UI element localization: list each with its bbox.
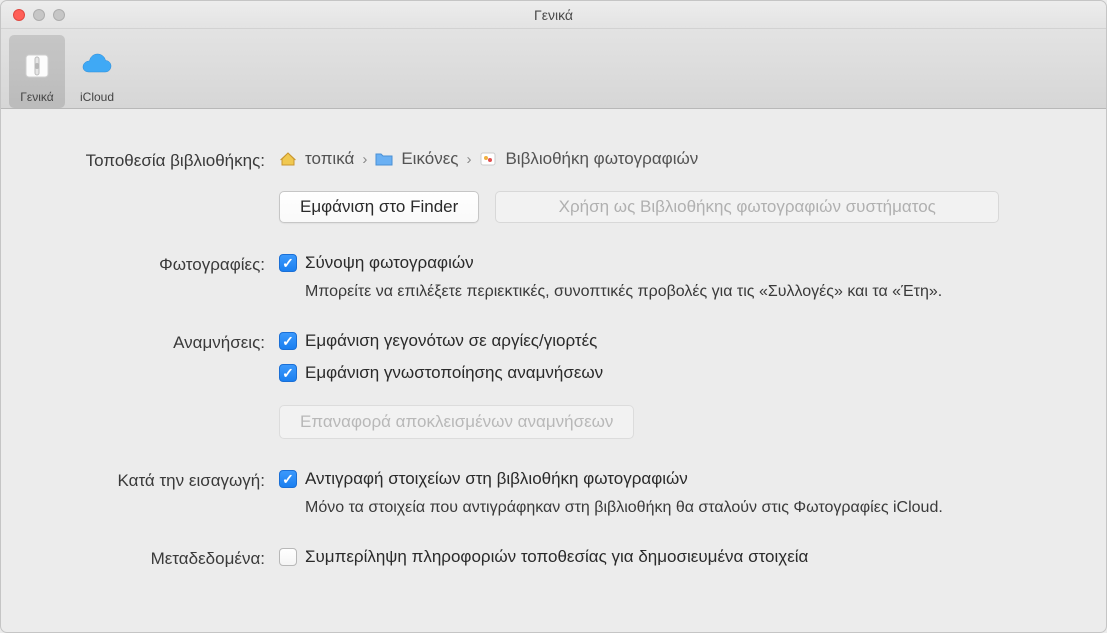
copy-to-library-checkbox[interactable] xyxy=(279,470,297,488)
general-icon xyxy=(17,46,57,86)
tab-general-label: Γενικά xyxy=(20,90,53,104)
memories-notification-label[interactable]: Εμφάνιση γνωστοποίησης αναμνήσεων xyxy=(305,363,603,383)
folder-icon xyxy=(375,152,393,166)
traffic-lights xyxy=(1,9,65,21)
tab-icloud-label: iCloud xyxy=(80,90,114,104)
copy-to-library-label[interactable]: Αντιγραφή στοιχείων στη βιβλιοθήκη φωτογ… xyxy=(305,469,688,489)
tab-icloud[interactable]: iCloud xyxy=(69,35,125,108)
breadcrumb: τοπικά › Εικόνες › Βιβλιοθήκη φωτογραφιώ… xyxy=(279,149,1066,169)
chevron-right-icon: › xyxy=(362,151,367,168)
toolbar: Γενικά iCloud xyxy=(1,29,1106,109)
photos-row: Φωτογραφίες: Σύνοψη φωτογραφιών Μπορείτε… xyxy=(41,253,1066,301)
window-title: Γενικά xyxy=(534,7,573,23)
memories-label: Αναμνήσεις: xyxy=(41,331,279,353)
breadcrumb-home[interactable]: τοπικά xyxy=(305,149,354,169)
holiday-events-label[interactable]: Εμφάνιση γεγονότων σε αργίες/γιορτές xyxy=(305,331,597,351)
preferences-window: Γενικά Γενικά iCloud Τοποθεσία βιβ xyxy=(0,0,1107,633)
holiday-events-checkbox[interactable] xyxy=(279,332,297,350)
library-location-label: Τοποθεσία βιβλιοθήκης: xyxy=(41,149,279,171)
chevron-right-icon: › xyxy=(466,151,471,168)
tab-general[interactable]: Γενικά xyxy=(9,35,65,108)
importing-row: Κατά την εισαγωγή: Αντιγραφή στοιχείων σ… xyxy=(41,469,1066,517)
breadcrumb-pictures[interactable]: Εικόνες xyxy=(401,149,458,169)
summarize-photos-checkbox[interactable] xyxy=(279,254,297,272)
memories-notification-checkbox[interactable] xyxy=(279,364,297,382)
minimize-button[interactable] xyxy=(33,9,45,21)
zoom-button[interactable] xyxy=(53,9,65,21)
copy-to-library-help: Μόνο τα στοιχεία που αντιγράφηκαν στη βι… xyxy=(305,499,1066,517)
memories-row: Αναμνήσεις: Εμφάνιση γεγονότων σε αργίες… xyxy=(41,331,1066,439)
close-button[interactable] xyxy=(13,9,25,21)
content-pane: Τοποθεσία βιβλιοθήκης: τοπικά › Εικόνες … xyxy=(1,109,1106,632)
titlebar: Γενικά xyxy=(1,1,1106,29)
include-location-checkbox[interactable] xyxy=(279,548,297,566)
show-in-finder-button[interactable]: Εμφάνιση στο Finder xyxy=(279,191,479,223)
summarize-photos-label[interactable]: Σύνοψη φωτογραφιών xyxy=(305,253,474,273)
photos-library-icon xyxy=(479,152,497,166)
reset-blocked-memories-button: Επαναφορά αποκλεισμένων αναμνήσεων xyxy=(279,405,634,439)
photos-label: Φωτογραφίες: xyxy=(41,253,279,275)
importing-label: Κατά την εισαγωγή: xyxy=(41,469,279,491)
breadcrumb-library[interactable]: Βιβλιοθήκη φωτογραφιών xyxy=(505,149,698,169)
metadata-row: Μεταδεδομένα: Συμπερίληψη πληροφοριών το… xyxy=(41,547,1066,569)
home-icon xyxy=(279,152,297,166)
summarize-photos-help: Μπορείτε να επιλέξετε περιεκτικές, συνοπ… xyxy=(305,283,1066,301)
use-as-system-library-button: Χρήση ως Βιβλιοθήκης φωτογραφιών συστήμα… xyxy=(495,191,999,223)
icloud-icon xyxy=(77,46,117,86)
library-location-row: Τοποθεσία βιβλιοθήκης: τοπικά › Εικόνες … xyxy=(41,149,1066,223)
include-location-label[interactable]: Συμπερίληψη πληροφοριών τοποθεσίας για δ… xyxy=(305,547,808,567)
metadata-label: Μεταδεδομένα: xyxy=(41,547,279,569)
